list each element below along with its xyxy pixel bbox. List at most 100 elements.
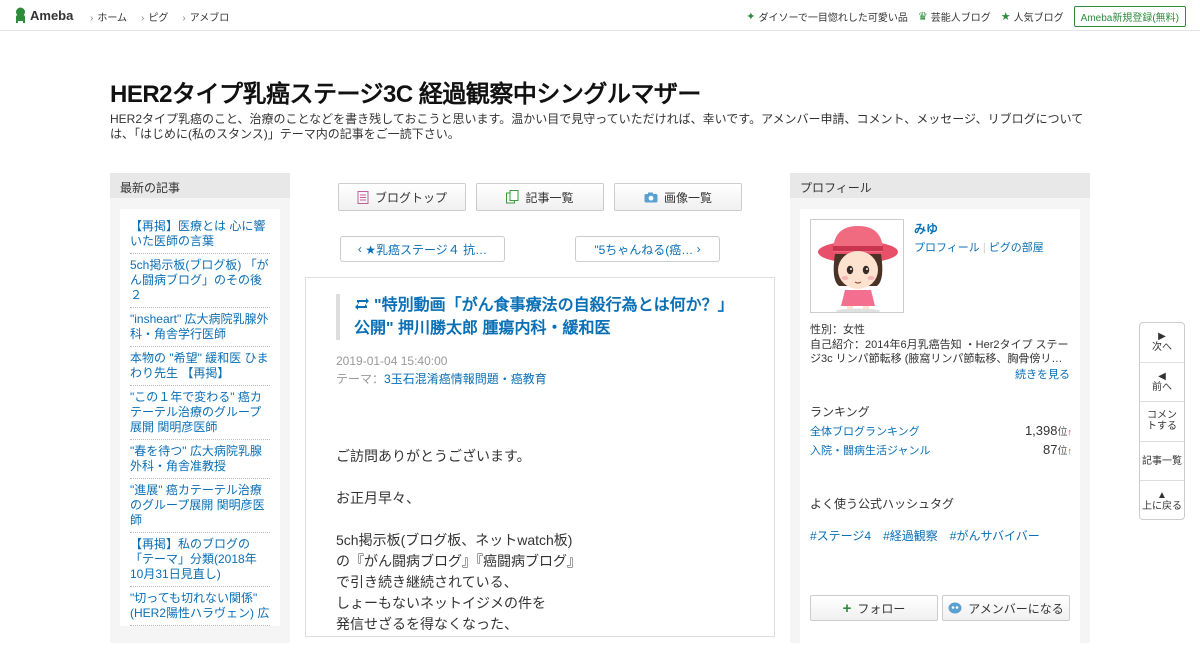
amember-button[interactable]: アメンバーになる [942,595,1070,621]
recent-articles-heading: 最新の記事 [110,173,290,198]
arrow-up-icon: ↑ [1067,427,1073,437]
image-list-button[interactable]: 画像一覧 [614,183,742,211]
profile-links: プロフィール | ピグの部屋 [914,239,1044,255]
nav-ameblo[interactable]: アメブロ [182,9,230,24]
hashtag-heading: よく使う公式ハッシュタグ [810,497,955,511]
image-list-label: 画像一覧 [663,190,712,205]
list-item[interactable]: 5ch掲示板(ブログ板) 「がん闘病ブログ」のその後２ [130,254,270,308]
reblog-icon [355,298,369,310]
triangle-up-icon: ▲ [1157,490,1167,502]
body-line: 5ch掲示板(ブログ板、ネットwatch板) [336,532,573,548]
list-item[interactable]: "切っても切れない関係" (HER2陽性ハラヴェン) 広 [130,587,270,626]
blog-top-button[interactable]: ブログトップ [338,183,466,211]
profile-name[interactable]: みゆ [914,220,938,237]
list-item[interactable]: 本物の "希望" 緩和医 ひまわり先生 【再掲】 [130,347,270,386]
register-button[interactable]: Ameba新規登録(無料) [1073,6,1186,27]
hashtag-link[interactable]: #ステージ4 [810,527,871,544]
profile-intro: 自己紹介：2014年6月乳癌告知 ・Her2タイプ ステージ3c リンパ節転移 … [810,339,1069,365]
body-line: ご訪問ありがとうございます。 [336,448,531,464]
list-item[interactable]: "この１年で変わる" 癌カテーテル治療のグループ展開 関明彦医師 [130,386,270,440]
arrow-up-icon: ↑ [1067,446,1073,456]
blog-title[interactable]: HER2タイプ乳癌ステージ3C 経過観察中シングルマザー [110,74,701,109]
list-item[interactable]: "春を待つ" 広大病院乳腺外科・角舎准教授 [130,440,270,479]
profile-panel: プロフィール みゆ プロフィール | ピグの部屋 性別：女性 自己紹介：2014… [790,173,1090,649]
link-daiso[interactable]: ✦ ダイソーで一目惚れした可愛い品 [746,9,908,24]
avatar[interactable] [810,219,904,313]
ranking-heading: ランキング [810,405,870,419]
theme-link[interactable]: 3玉石混淆癌情報問題・癌教育 [384,372,547,386]
next-button[interactable]: ▶ 次へ [1140,323,1184,363]
nav-home[interactable]: ホーム [90,9,127,24]
next-article-link[interactable]: "5ちゃんねる(癌… › [575,236,720,262]
article-body: ご訪問ありがとうございます。 お正月早々、 5ch掲示板(ブログ板、ネットwat… [336,446,581,635]
follow-label: フォロー [857,601,906,616]
profile-heading: プロフィール [790,173,1090,198]
ranking-genre-link[interactable]: 入院・闘病生活ジャンル [810,442,930,458]
article-title-text: "特別動画「がん食事療法の自殺行為とは何か？」公開" 押川勝太郎 腫瘍内科・緩和… [354,297,734,337]
floating-side-nav: ▶ 次へ ◀ 前へ コメントする 記事一覧 ▲ 上に戻る [1139,322,1185,520]
amember-label: アメンバーになる [968,601,1064,616]
amember-icon [948,602,962,614]
article-list-button[interactable]: 記事一覧 [476,183,604,211]
article-theme: テーマ：3玉石混淆癌情報問題・癌教育 [336,370,547,387]
article-list-side-label: 記事一覧 [1142,455,1182,467]
avatar-image [818,226,898,312]
play-right-icon: ▶ [1158,331,1166,343]
document-icon [357,190,369,204]
copy-icon [506,190,519,204]
ranking-overall-value-wrap: 1,398位↑ [1025,422,1072,440]
hashtag-list: #ステージ4 #経過観察 #がんサバイバー [810,527,1040,544]
link-celebrity-label: 芸能人ブログ [930,13,991,24]
ranking-overall-value: 1,398 [1024,423,1058,438]
recent-articles-panel: 最新の記事 【再掲】医療とは 心に響いた医師の言葉 5ch掲示板(ブログ板) 「… [110,173,290,643]
ranking-overall-link[interactable]: 全体ブログランキング [810,423,920,439]
list-item[interactable]: 【再掲】私のブログの「テーマ」分類(2018年10月31日見直し) [130,533,270,587]
blog-description: HER2タイプ乳癌のこと、治療のことなどを書き残しておこうと思います。温かい目で… [110,112,1084,141]
hashtag-link[interactable]: #経過観察 [883,527,938,544]
next-article-label: "5ちゃんねる(癌… [594,242,694,257]
body-line: しょーもないネットイジメの件を [336,595,546,611]
list-item[interactable]: "進展" 癌カテーテル治療のグループ展開 関明彦医師 [130,479,270,533]
ranking-genre-value: 87 [1043,442,1058,457]
pigg-room-link[interactable]: ピグの部屋 [989,242,1044,254]
article-title[interactable]: "特別動画「がん食事療法の自殺行為とは何か？」公開" 押川勝太郎 腫瘍内科・緩和… [336,294,736,340]
prev-label: 前へ [1152,381,1172,393]
follow-button[interactable]: + フォロー [810,595,938,621]
profile-link[interactable]: プロフィール [914,242,980,254]
read-more-link[interactable]: 続きを見る [1015,368,1070,382]
back-to-top-button[interactable]: ▲ 上に戻る [1140,481,1184,521]
recent-articles-list: 【再掲】医療とは 心に響いた医師の言葉 5ch掲示板(ブログ板) 「がん闘病ブロ… [120,209,280,626]
ranking-unit: 位 [1057,446,1068,457]
ranking-row-overall: 全体ブログランキング 1,398位↑ [810,422,1072,440]
comment-label: コメントする [1147,410,1177,433]
divider: | [979,242,989,254]
star-icon: ★ [1000,11,1011,23]
link-popular-label: 人気ブログ [1013,13,1064,24]
body-line: の『がん闘病ブログ』『癌闘病ブログ』 [336,553,581,569]
article-list-label: 記事一覧 [525,190,574,205]
list-item[interactable]: "insheart" 広大病院乳腺外科・角舎学行医師 [130,308,270,347]
chevron-left-icon: ‹ [357,242,366,256]
play-left-icon: ◀ [1158,370,1166,382]
list-item[interactable]: 【再掲】医療とは 心に響いた医師の言葉 [130,215,270,254]
prev-button[interactable]: ◀ 前へ [1140,363,1184,403]
comment-button[interactable]: コメントする [1140,402,1184,442]
article-card: "特別動画「がん食事療法の自殺行為とは何か？」公開" 押川勝太郎 腫瘍内科・緩和… [305,277,775,637]
nav-pigg[interactable]: ピグ [141,9,168,24]
ranking-genre-value-wrap: 87位↑ [1043,441,1072,459]
top-right-links: ✦ ダイソーで一目惚れした可愛い品 ♛ 芸能人ブログ ★ 人気ブログ Ameba新規登… [746,6,1186,27]
article-list-side-button[interactable]: 記事一覧 [1140,442,1184,482]
back-to-top-label: 上に戻る [1142,501,1182,513]
link-popular[interactable]: ★ 人気ブログ [1001,9,1064,24]
hashtag-link[interactable]: #がんサバイバー [950,527,1040,544]
profile-box: みゆ プロフィール | ピグの部屋 性別：女性 自己紹介：2014年6月乳癌告知… [800,209,1080,649]
plus-icon: + [842,599,852,617]
link-celebrity[interactable]: ♛ 芸能人ブログ [918,9,991,24]
prev-article-link[interactable]: ‹ ★乳癌ステージ４ 抗… [340,236,505,262]
top-bar: Ameba ホーム ピグ アメブロ ✦ダイソーで一目惚れした可愛い品 ♛芸能人ブ… [0,0,1200,31]
logo-text: Ameba [30,7,74,23]
ameba-logo[interactable]: Ameba [14,7,73,23]
crown-icon: ♛ [917,11,928,23]
prev-article-label: ★乳癌ステージ４ 抗… [365,242,488,257]
